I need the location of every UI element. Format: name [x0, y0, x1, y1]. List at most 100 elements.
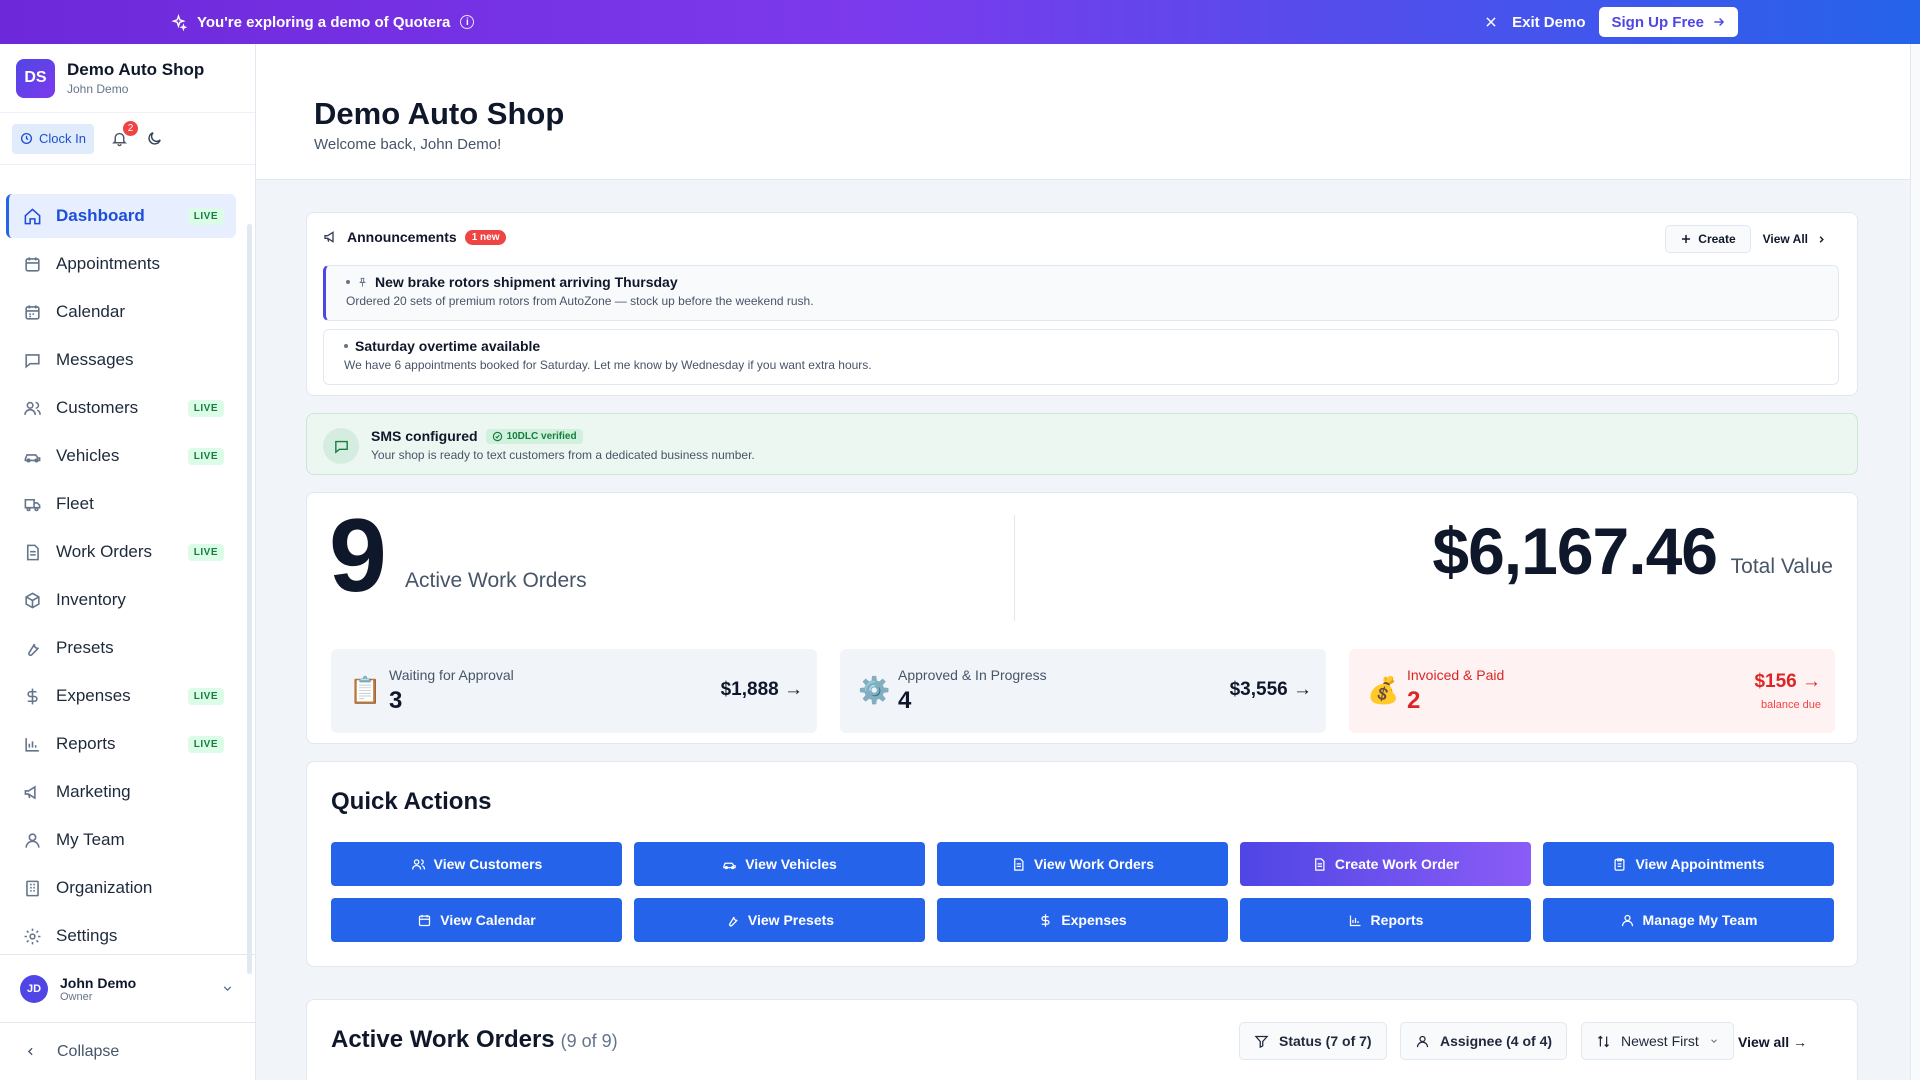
waiting-approval-stat[interactable]: 📋 Waiting for Approval 3 $1,888 → [331, 649, 817, 733]
invoiced-paid-stat[interactable]: 💰 Invoiced & Paid 2 $156 → balance due [1349, 649, 1835, 733]
calendar-check-icon [22, 254, 42, 274]
page-subtitle: Welcome back, John Demo! [314, 136, 502, 153]
view-vehicles-button[interactable]: View Vehicles [634, 842, 925, 886]
sidebar-item-presets[interactable]: Presets [6, 626, 236, 670]
bar-chart-icon [1349, 915, 1361, 926]
shop-header[interactable]: DS Demo Auto Shop John Demo [0, 44, 255, 113]
stat-label: Invoiced & Paid [1407, 667, 1505, 683]
sidebar-scrollbar[interactable] [247, 224, 252, 974]
sidebar-item-messages[interactable]: Messages [6, 338, 236, 382]
stat-count: 4 [898, 687, 912, 714]
clipboard-icon: 📋 [349, 675, 382, 705]
sidebar-item-calendar[interactable]: Calendar [6, 290, 236, 334]
pin-icon [359, 277, 366, 287]
in-progress-stat[interactable]: ⚙️ Approved & In Progress 4 $3,556 → [840, 649, 1326, 733]
view-all-work-orders-link[interactable]: View all → [1738, 1034, 1807, 1050]
sparkles-icon [170, 13, 187, 31]
sidebar-item-dashboard[interactable]: Dashboard LIVE [6, 194, 236, 238]
clock-in-label: Clock In [39, 131, 86, 146]
sidebar-nav: Dashboard LIVE Appointments Calendar Mes… [0, 194, 246, 962]
reports-button[interactable]: Reports [1240, 898, 1531, 942]
user-name: John Demo [60, 974, 137, 991]
sign-up-free-button[interactable]: Sign Up Free [1599, 7, 1738, 37]
sidebar-item-label: Work Orders [56, 542, 153, 561]
sidebar-item-appointments[interactable]: Appointments [6, 242, 236, 286]
avatar: JD [20, 974, 48, 1003]
truck-icon [22, 494, 42, 514]
document-plus-icon [1315, 857, 1325, 871]
sidebar-item-customers[interactable]: Customers LIVE [6, 386, 236, 430]
announcement-item[interactable]: New brake rotors shipment arriving Thurs… [323, 265, 1839, 321]
clock-icon [20, 132, 33, 145]
sidebar-item-label: Presets [56, 638, 114, 657]
moon-icon [148, 132, 161, 145]
user-icon [1621, 914, 1633, 926]
gear-icon: ⚙️ [858, 675, 891, 705]
create-work-order-button[interactable]: Create Work Order [1240, 842, 1531, 886]
balance-due-label: balance due [1761, 699, 1821, 711]
sidebar-item-settings[interactable]: Settings [6, 914, 236, 958]
sort-select[interactable]: Newest First [1581, 1022, 1734, 1060]
sidebar-item-reports[interactable]: Reports LIVE [6, 722, 236, 766]
dark-mode-toggle[interactable] [146, 130, 163, 147]
button-label: View Appointments [1635, 856, 1765, 872]
user-role: Owner [60, 990, 93, 1003]
close-icon[interactable] [1484, 15, 1498, 29]
view-appointments-button[interactable]: View Appointments [1543, 842, 1834, 886]
car-icon [723, 862, 736, 869]
arrow-right-icon [1714, 17, 1725, 27]
create-announcement-button[interactable]: Create [1665, 225, 1751, 253]
sidebar-item-label: Customers [56, 398, 139, 417]
clock-in-button[interactable]: Clock In [12, 123, 94, 154]
view-work-orders-button[interactable]: View Work Orders [937, 842, 1228, 886]
view-presets-button[interactable]: View Presets [634, 898, 925, 942]
user-menu[interactable]: JD John Demo Owner [0, 954, 256, 1022]
sidebar-item-inventory[interactable]: Inventory [6, 578, 236, 622]
status-filter-button[interactable]: Status (7 of 7) [1239, 1022, 1387, 1060]
button-label: View Work Orders [1033, 856, 1155, 872]
sidebar-item-label: Appointments [56, 254, 160, 273]
view-all-announcements-link[interactable]: View All [1763, 232, 1827, 246]
notifications-button[interactable]: 2 [110, 120, 138, 149]
active-work-orders-label: Active Work Orders [405, 569, 587, 592]
view-calendar-button[interactable]: View Calendar [331, 898, 622, 942]
view-customers-button[interactable]: View Customers [331, 842, 622, 886]
assignee-filter-button[interactable]: Assignee (4 of 4) [1400, 1022, 1568, 1060]
message-icon [323, 428, 359, 464]
sidebar-item-label: Reports [56, 734, 116, 753]
sort-icon [1598, 1035, 1609, 1047]
calendar-icon [22, 302, 42, 322]
dollar-icon [22, 686, 42, 706]
live-badge: LIVE [187, 543, 224, 561]
page-title: Demo Auto Shop [314, 96, 565, 131]
sidebar-item-fleet[interactable]: Fleet [6, 482, 236, 526]
sidebar-item-expenses[interactable]: Expenses LIVE [6, 674, 236, 718]
users-icon [411, 858, 425, 870]
clipboard-icon [1614, 857, 1625, 871]
sms-status-card: SMS configured 10DLC verified Your shop … [306, 413, 1858, 475]
exit-demo-button[interactable]: Exit Demo [1512, 14, 1585, 31]
active-work-orders-card: Active Work Orders (9 of 9) Status (7 of … [306, 999, 1858, 1080]
sidebar-item-organization[interactable]: Organization [6, 866, 236, 910]
button-label: Expenses [1061, 912, 1127, 928]
manage-my-team-button[interactable]: Manage My Team [1543, 898, 1834, 942]
sidebar-item-label: Fleet [56, 494, 94, 513]
announcement-item[interactable]: Saturday overtime available We have 6 ap… [323, 329, 1839, 385]
shop-name: Demo Auto Shop [67, 60, 205, 79]
sidebar-item-label: Expenses [56, 686, 131, 705]
sidebar-item-vehicles[interactable]: Vehicles LIVE [6, 434, 236, 478]
announcement-title: New brake rotors shipment arriving Thurs… [375, 274, 678, 290]
message-icon [22, 350, 42, 370]
info-icon[interactable]: i [460, 15, 475, 29]
expenses-button[interactable]: Expenses [937, 898, 1228, 942]
collapse-button[interactable]: Collapse [0, 1022, 256, 1080]
bullet [344, 344, 348, 348]
user-icon [22, 830, 42, 850]
main-scrollbar[interactable] [1910, 44, 1920, 1080]
calendar-icon [419, 914, 431, 926]
sidebar-item-my-team[interactable]: My Team [6, 818, 236, 862]
document-icon [1014, 857, 1024, 871]
stat-count: 2 [1407, 687, 1421, 714]
sidebar-item-work-orders[interactable]: Work Orders LIVE [6, 530, 236, 574]
sidebar-item-marketing[interactable]: Marketing [6, 770, 236, 814]
